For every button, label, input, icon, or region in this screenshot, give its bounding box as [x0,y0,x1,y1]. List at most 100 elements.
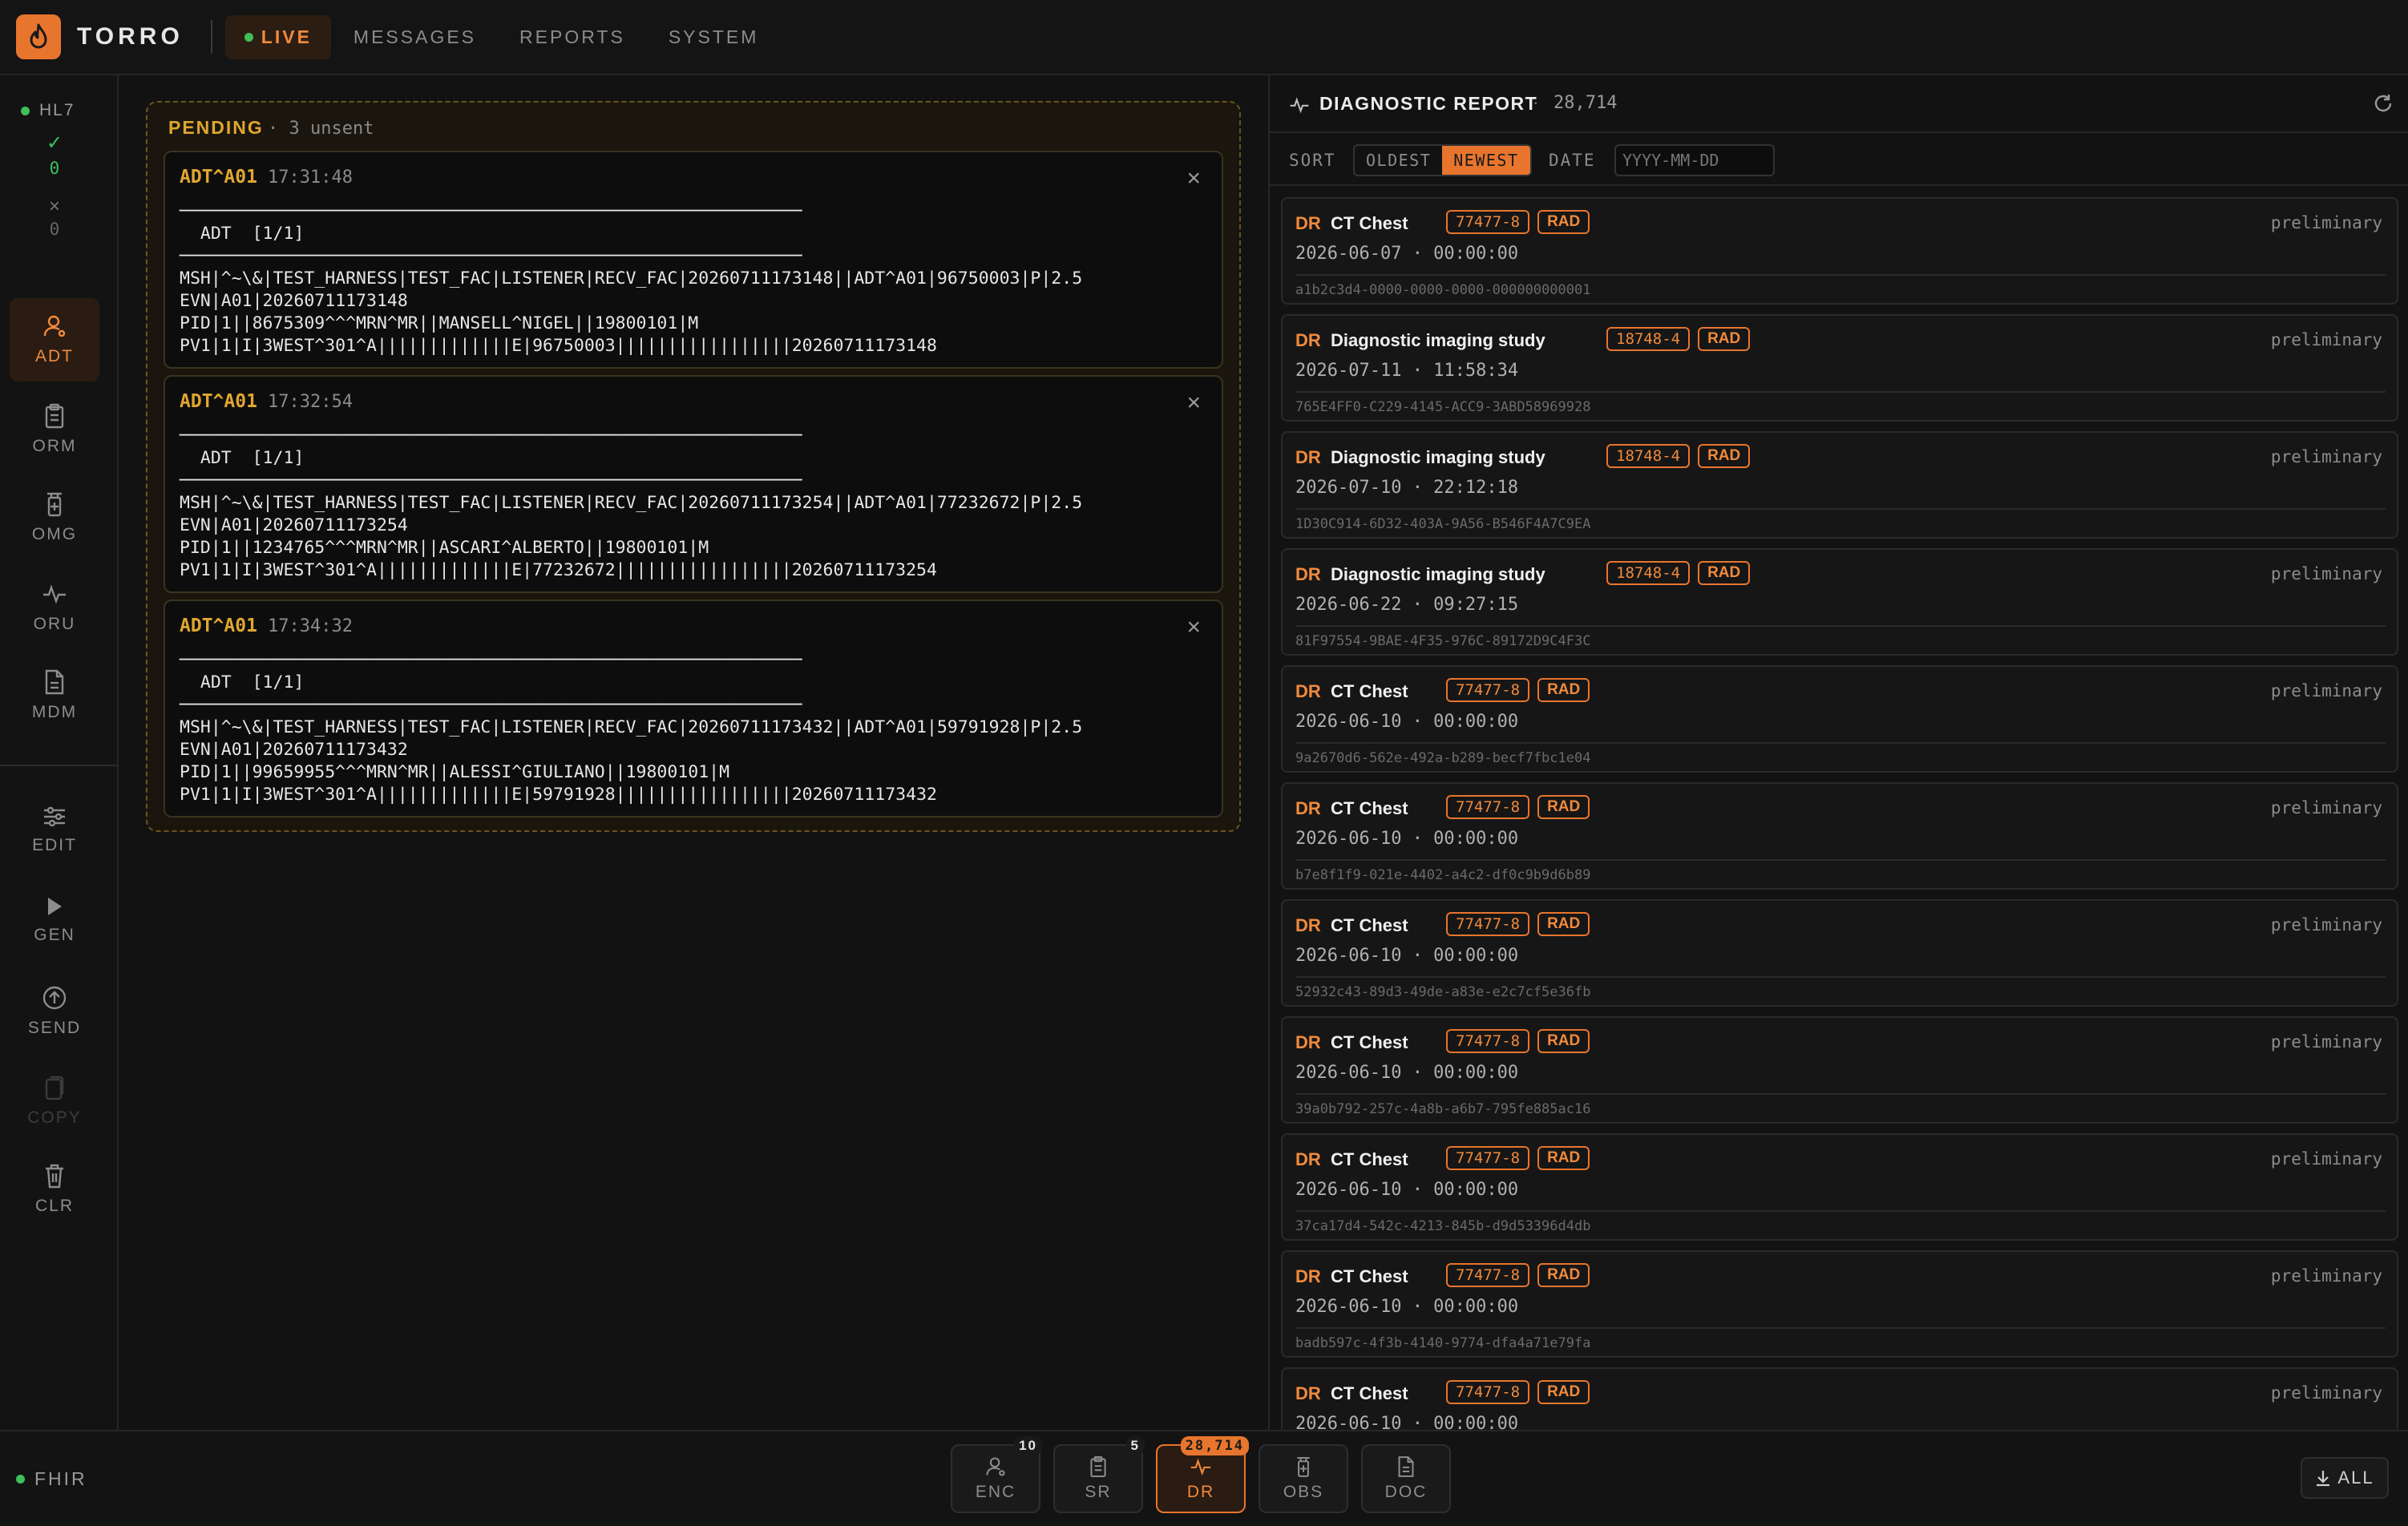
report-card[interactable]: DR Diagnostic imaging study 18748-4 RAD prel… [1281,431,2398,539]
fhir-status-dot [16,1475,25,1484]
category-chip: RAD [1537,1029,1590,1053]
date-filter-input[interactable] [1614,144,1775,176]
report-card[interactable]: DR CT Chest 77477-8 RAD preliminary 2026-06-1… [1281,1133,2398,1241]
close-icon[interactable]: × [1186,165,1201,192]
report-chips: 18748-4 RAD [1606,444,1758,468]
sort-bar: SORT OLDEST NEWEST DATE [1270,133,2408,186]
report-status: preliminary [2270,1266,2382,1286]
live-status-dot [244,32,253,42]
pending-title: PENDING [168,117,264,138]
tab-doc[interactable]: DOC [1361,1444,1451,1513]
card-divider [1295,274,2386,276]
report-id: b7e8f1f9-021e-4402-a4c2-df0c9b9d6b89 [1295,867,1591,883]
rail-clear-button[interactable]: CLR [10,1148,99,1231]
rail-mdm-button[interactable]: MDM [10,654,99,737]
report-type-tag: DR [1295,1266,1321,1286]
rail-mdm-label: MDM [31,703,78,721]
card-divider [1295,859,2386,861]
tab-obs[interactable]: OBS [1259,1444,1348,1513]
message-body: ────────────────────────────────────────… [180,650,1083,805]
header-divider [210,20,212,54]
flame-logo-icon[interactable] [16,14,61,59]
report-name: CT Chest [1331,213,1408,233]
message-time: 17:32:54 [268,392,353,412]
hl7-status: HL7 [21,101,75,120]
report-card[interactable]: DR Diagnostic imaging study 18748-4 RAD prel… [1281,314,2398,422]
upload-icon [42,986,67,1010]
report-status: preliminary [2270,447,2382,466]
rail-copy-button[interactable]: COPY [10,1060,99,1143]
pending-message[interactable]: ADT^A01 17:34:32 × ─────────────────────… [164,600,1223,818]
report-id: 1D30C914-6D32-403A-9A56-B546F4A7C9EA [1295,516,1591,532]
report-card[interactable]: DR CT Chest 77477-8 RAD preliminary 2026-06-1… [1281,1250,2398,1358]
pending-message[interactable]: ADT^A01 17:32:54 × ─────────────────────… [164,375,1223,593]
card-divider [1295,742,2386,744]
rail-oru-label: ORU [33,615,76,633]
loinc-code-chip: 77477-8 [1446,795,1530,819]
show-all-button[interactable]: ALL [2301,1457,2389,1499]
report-card[interactable]: DR CT Chest 77477-8 RAD preliminary 2026-06-0… [1281,197,2398,305]
tab-label: OBS [1283,1483,1324,1501]
loinc-code-chip: 77477-8 [1446,1263,1530,1287]
report-chips: 77477-8 RAD [1446,1029,1598,1053]
sort-oldest-button[interactable]: OLDEST [1355,146,1442,175]
message-time: 17:31:48 [268,168,353,188]
report-id: 765E4FF0-C229-4145-ACC9-3ABD58969928 [1295,399,1591,415]
tab-badge: 10 [1014,1436,1042,1455]
report-date: 2026-06-10 · 00:00:00 [1295,946,1519,966]
report-status: preliminary [2270,564,2382,583]
report-type-tag: DR [1295,213,1321,233]
rail-adt-label: ADT [35,347,74,365]
rail-edit-label: EDIT [32,836,77,854]
report-status: preliminary [2270,213,2382,232]
report-chips: 77477-8 RAD [1446,1146,1598,1170]
nav-reports[interactable]: REPORTS [499,15,646,59]
report-id: 9a2670d6-562e-492a-b289-becf7fbc1e04 [1295,750,1591,766]
card-divider [1295,1093,2386,1095]
rail-omg-button[interactable]: OMG [10,476,99,559]
nav-live-label: LIVE [261,26,312,47]
sort-newest-button[interactable]: NEWEST [1442,146,1530,175]
pending-message[interactable]: ADT^A01 17:31:48 × ─────────────────────… [164,151,1223,369]
report-type-tag: DR [1295,1383,1321,1403]
rail-edit-button[interactable]: EDIT [10,789,99,872]
report-name: CT Chest [1331,681,1408,701]
nav-messages[interactable]: MESSAGES [333,15,497,59]
report-chips: 77477-8 RAD [1446,912,1598,936]
report-id: 39a0b792-257c-4a8b-a6b7-795fe885ac16 [1295,1101,1591,1117]
report-card[interactable]: DR CT Chest 77477-8 RAD preliminary 2026-06-1… [1281,1367,2398,1430]
rail-orm-button[interactable]: ORM [10,388,99,471]
report-card[interactable]: DR CT Chest 77477-8 RAD preliminary 2026-06-1… [1281,782,2398,890]
category-chip: RAD [1537,678,1590,702]
top-bar: TORRO LIVE MESSAGES REPORTS SYSTEM [0,0,2408,75]
close-icon[interactable]: × [1186,614,1201,641]
rail-gen-label: GEN [34,926,75,944]
loinc-code-chip: 77477-8 [1446,210,1530,234]
report-card[interactable]: DR CT Chest 77477-8 RAD preliminary 2026-06-1… [1281,899,2398,1007]
report-card[interactable]: DR Diagnostic imaging study 18748-4 RAD prel… [1281,548,2398,656]
play-icon [48,898,62,915]
rail-gen-button[interactable]: GEN [10,878,99,962]
error-count: 0 [49,220,60,239]
nav-live[interactable]: LIVE [224,14,331,59]
report-date: 2026-06-22 · 09:27:15 [1295,595,1519,615]
tab-dr[interactable]: 28,714 DR [1156,1436,1249,1513]
report-date: 2026-06-10 · 00:00:00 [1295,1414,1519,1430]
sort-label: SORT [1289,151,1336,170]
close-icon[interactable]: × [1186,390,1201,417]
report-card[interactable]: DR CT Chest 77477-8 RAD preliminary 2026-06-1… [1281,665,2398,773]
tab-sr[interactable]: 5 SR [1053,1436,1145,1513]
report-name: CT Chest [1331,1383,1408,1403]
success-count: 0 [49,159,60,178]
rail-adt-button[interactable]: ADT [10,298,99,382]
report-type-tag: DR [1295,915,1321,935]
report-card[interactable]: DR CT Chest 77477-8 RAD preliminary 2026-06-1… [1281,1016,2398,1124]
category-chip: RAD [1537,210,1590,234]
report-date: 2026-07-11 · 11:58:34 [1295,361,1519,381]
rail-send-button[interactable]: SEND [10,970,99,1053]
pending-count: · 3 unsent [268,119,374,139]
nav-system[interactable]: SYSTEM [648,15,780,59]
refresh-icon[interactable] [2373,93,2394,114]
rail-oru-button[interactable]: ORU [10,566,99,649]
tab-enc[interactable]: 10 ENC [951,1436,1042,1513]
